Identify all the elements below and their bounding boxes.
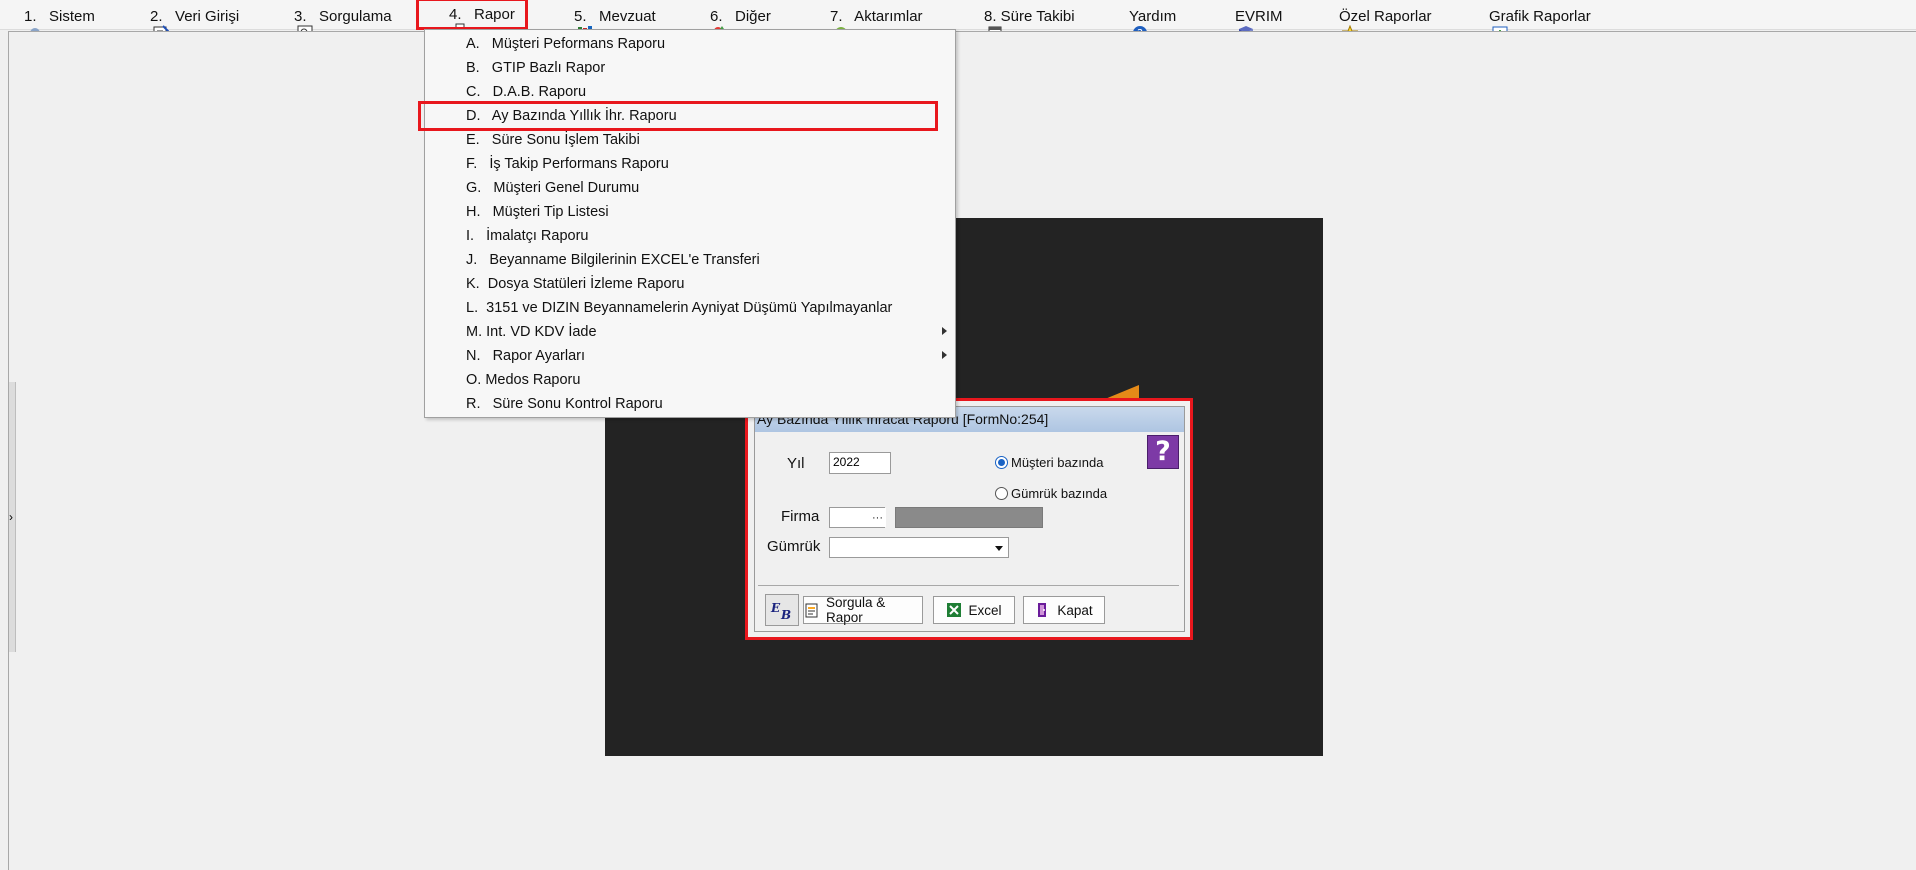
transfer-icon [808, 8, 848, 39]
menu-aktarimlar[interactable]: 7. Aktarımlar [808, 3, 923, 39]
menu-veri-girisi[interactable]: 2. Veri Girişi [128, 3, 239, 41]
yil-input[interactable]: 2022 [829, 452, 891, 474]
data-entry-icon [128, 8, 170, 41]
query-icon [272, 8, 313, 41]
excel-button[interactable]: Excel [933, 596, 1015, 624]
eb-logo-button[interactable]: EB [765, 594, 799, 626]
menu-item-imalatci[interactable]: I. İmalatçı Raporu [425, 224, 955, 248]
system-icon [2, 8, 41, 40]
books-icon [552, 8, 593, 39]
menu-item-dosya-statuleri[interactable]: K. Dosya Statüleri İzleme Raporu [425, 272, 955, 296]
menu-diger[interactable]: 6. Diğer [688, 3, 771, 40]
sorgula-rapor-button[interactable]: Sorgula & Rapor [803, 595, 923, 625]
radio-gumruk-bazinda[interactable]: Gümrük bazında [995, 486, 1107, 501]
menu-item-int-vd-kdv[interactable]: M. Int. VD KDV İade [425, 320, 955, 344]
menu-yardim[interactable]: ? Yardım [1107, 3, 1176, 40]
printer-icon [427, 6, 468, 39]
firma-name-field [895, 507, 1043, 528]
report-dialog: Ay Bazında Yıllık İhracat Raporu [FormNo… [754, 406, 1185, 632]
help-icon: ? [1107, 8, 1148, 40]
menubar: 1. Sistem 2. Veri Girişi 3. Sorgulama 4.… [0, 0, 1916, 41]
excel-icon [946, 602, 962, 618]
submenu-arrow-icon [942, 327, 947, 335]
menu-grafik-raporlar[interactable]: Grafik Raporlar [1467, 3, 1591, 40]
highlight-frame-dialog: Ay Bazında Yıllık İhracat Raporu [FormNo… [745, 398, 1193, 640]
menu-rapor[interactable]: 4. Rapor [416, 0, 528, 39]
shapes-icon [688, 8, 729, 40]
svg-text:E: E [770, 601, 781, 615]
menu-item-ay-bazinda-yillik[interactable]: D. Ay Bazında Yıllık İhr. Raporu [418, 101, 938, 131]
calendar-icon [962, 8, 1002, 41]
menu-item-gtip-bazli[interactable]: B. GTIP Bazlı Rapor [425, 56, 955, 80]
gumruk-select[interactable] [829, 537, 1009, 558]
menu-item-rapor-ayarlari[interactable]: N. Rapor Ayarları [425, 344, 955, 368]
dialog-separator [758, 585, 1179, 586]
radio-musteri-bazinda[interactable]: Müşteri bazında [995, 455, 1104, 470]
report-icon [804, 602, 820, 618]
firma-browse-button[interactable]: ··· [869, 508, 886, 527]
firma-label: Firma [781, 508, 820, 525]
svg-text:B: B [780, 608, 791, 620]
star-icon [1317, 8, 1359, 41]
radio-selected-icon [995, 456, 1008, 469]
menu-item-medos[interactable]: O. Medos Raporu [425, 368, 955, 392]
menu-item-sure-sonu-kontrol[interactable]: R. Süre Sonu Kontrol Raporu [425, 392, 955, 416]
menu-sure-takibi[interactable]: 8. Süre Takibi [962, 3, 1075, 41]
gumruk-label: Gümrük [767, 538, 821, 555]
submenu-arrow-icon [942, 351, 947, 359]
menu-item-is-takip[interactable]: F. İş Takip Performans Raporu [425, 152, 955, 176]
menu-item-excel-transfer[interactable]: J. Beyanname Bilgilerinin EXCEL'e Transf… [425, 248, 955, 272]
menu-sistem[interactable]: 1. Sistem [2, 3, 95, 40]
menu-item-ayniyat-dusumu[interactable]: L. 3151 ve DIZIN Beyannamelerin Ayniyat … [425, 296, 955, 320]
radio-unselected-icon [995, 487, 1008, 500]
orange-triangle-shape [1105, 385, 1139, 399]
help-question-icon[interactable]: ? [1147, 435, 1179, 469]
chevron-right-icon[interactable]: › [9, 510, 13, 524]
chevron-down-icon[interactable] [995, 546, 1003, 551]
door-exit-icon [1035, 602, 1051, 618]
menu-item-musteri-genel[interactable]: G. Müşteri Genel Durumu [425, 176, 955, 200]
book-icon [1213, 8, 1254, 40]
yil-label: Yıl [787, 455, 805, 472]
menu-item-musteri-tip[interactable]: H. Müşteri Tip Listesi [425, 200, 955, 224]
rapor-dropdown-menu: A. Müşteri Peformans Raporu B. GTIP Bazl… [418, 29, 956, 418]
kapat-button[interactable]: Kapat [1023, 596, 1105, 624]
menu-ozel-raporlar[interactable]: Özel Raporlar [1317, 3, 1432, 41]
menu-item-musteri-performans[interactable]: A. Müşteri Peformans Raporu [425, 32, 955, 56]
menu-sorgulama[interactable]: 3. Sorgulama [272, 3, 392, 41]
menu-item-dab-raporu[interactable]: C. D.A.B. Raporu [425, 80, 955, 104]
chart-icon [1467, 8, 1508, 40]
menu-evrim[interactable]: EVRIM [1213, 3, 1283, 40]
menu-item-sure-sonu-islem[interactable]: E. Süre Sonu İşlem Takibi [425, 128, 955, 152]
menu-mevzuat[interactable]: 5. Mevzuat [552, 3, 656, 39]
eb-logo-icon: EB [770, 601, 791, 620]
